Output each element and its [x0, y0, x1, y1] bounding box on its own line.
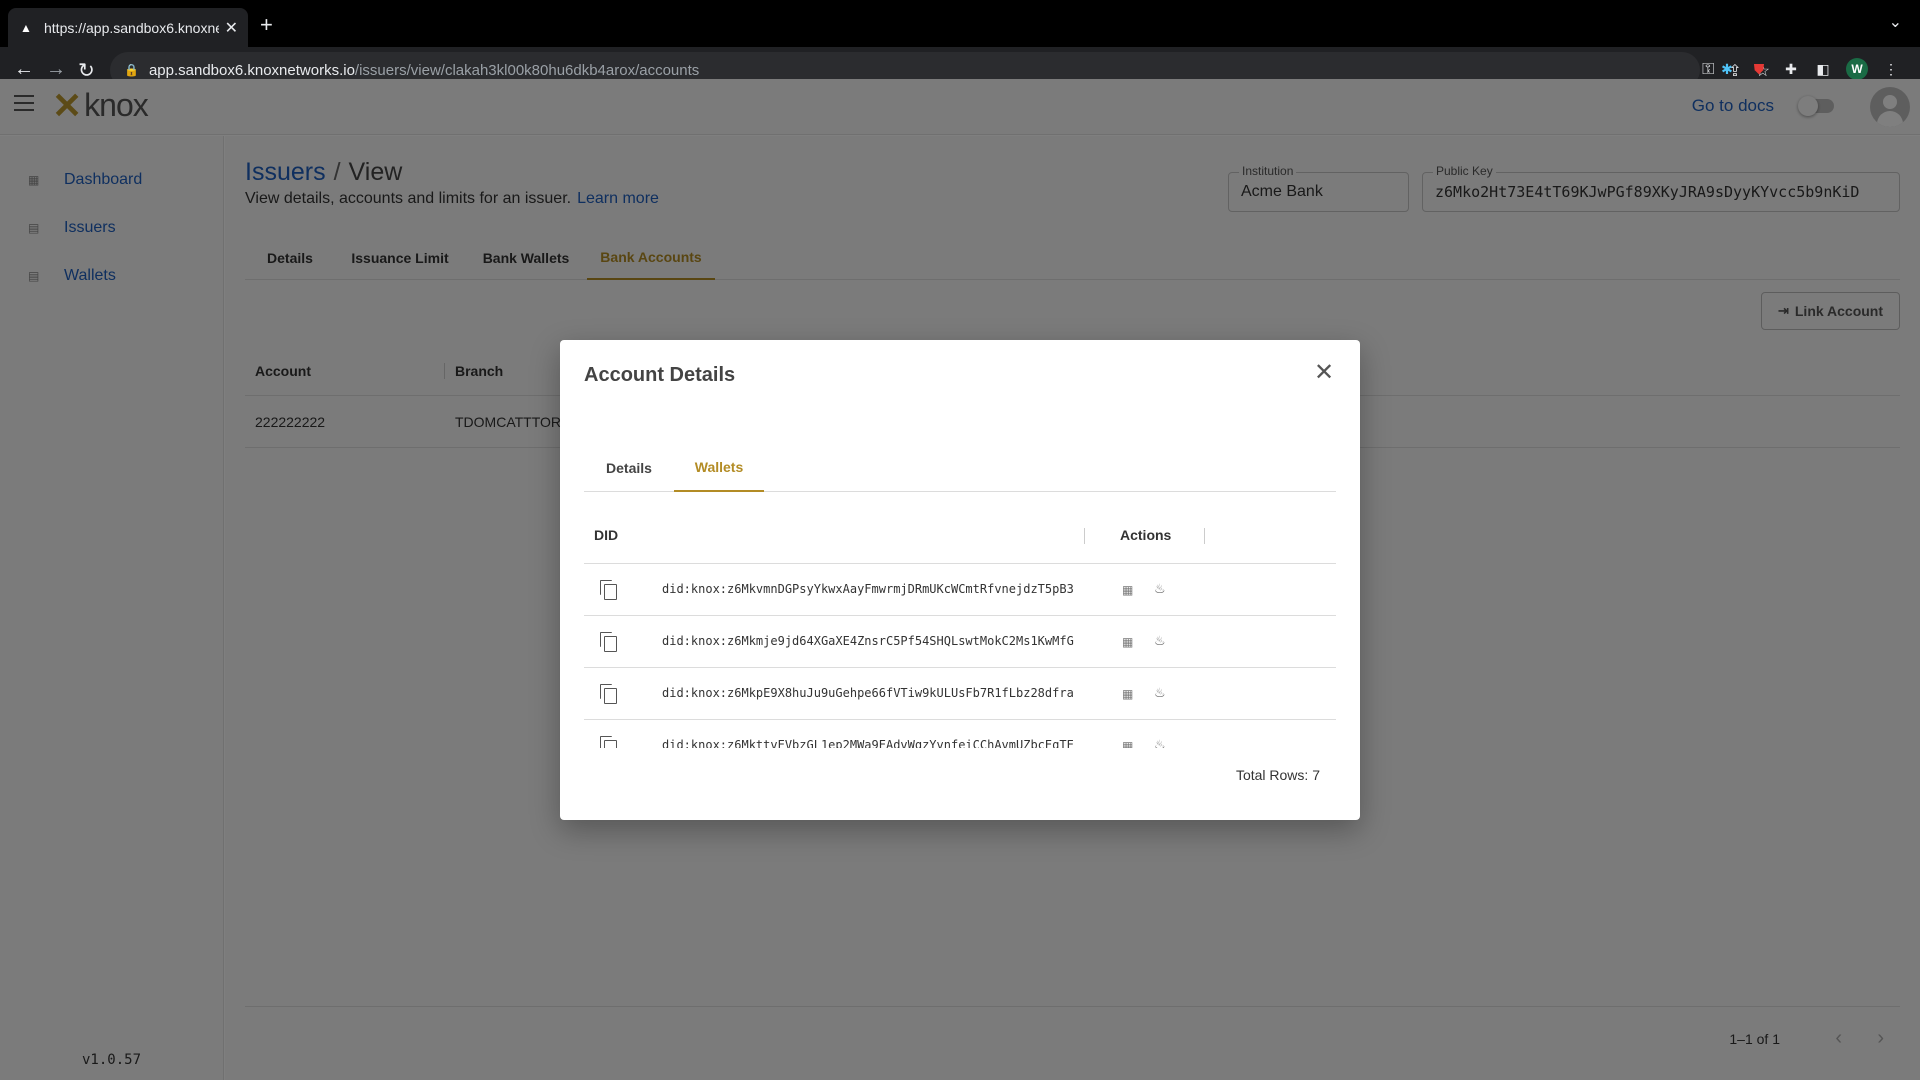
back-icon[interactable]: ← [14, 58, 34, 81]
table-row: did:knox:z6MkvmnDGPsyYkwxAayFmwrmjDRmUKc… [584, 564, 1336, 616]
url-host: app.sandbox6.knoxnetworks.io [148, 61, 355, 79]
copy-icon[interactable] [600, 580, 617, 600]
side-panel-icon[interactable]: ◧ [1814, 60, 1832, 78]
table-row: did:knox:z6Mkmje9jd64XGaXE4ZnsrC5Pf54SHQ… [584, 616, 1336, 668]
copy-icon[interactable] [600, 684, 617, 704]
copy-icon[interactable] [600, 736, 617, 748]
tab-search-icon[interactable]: ⌄ [1889, 12, 1902, 32]
browser-tab[interactable]: ▲ https://app.sandbox6.knoxnetw ✕ [8, 8, 248, 47]
did-value: did:knox:z6MkttvEVbzGL1ep2MWa9EAdvWqzYvn… [662, 738, 1074, 748]
did-value: did:knox:z6Mkmje9jd64XGaXE4ZnsrC5Pf54SHQ… [662, 634, 1074, 648]
column-actions: Actions [1120, 527, 1172, 543]
burn-icon[interactable]: ♨ [1154, 737, 1166, 748]
copy-icon[interactable] [600, 632, 617, 652]
wallets-grid[interactable]: DID Actions did:knox:z6MkvmnDGPsyYkwxAay… [584, 508, 1336, 748]
key-icon[interactable]: ⚿ [1702, 61, 1714, 81]
qr-code-icon[interactable]: ▦ [1122, 687, 1133, 701]
close-tab-icon[interactable]: ✕ [225, 18, 238, 38]
extension-shield-icon[interactable]: ⛊ [1750, 60, 1768, 78]
dialog-title: Account Details [584, 364, 736, 386]
forward-icon[interactable]: → [46, 58, 66, 81]
dialog-tabs: Details Wallets [584, 444, 1336, 492]
total-rows: Total Rows: 7 [1235, 767, 1320, 783]
burn-icon[interactable]: ♨ [1154, 685, 1166, 701]
grid-header: DID Actions [584, 508, 1336, 564]
did-value: did:knox:z6MkvmnDGPsyYkwxAayFmwrmjDRmUKc… [662, 582, 1074, 596]
lock-icon: 🔒 [124, 63, 139, 77]
qr-code-icon[interactable]: ▦ [1122, 635, 1133, 649]
close-icon[interactable]: ✕ [1312, 361, 1336, 386]
extension-snowflake-icon[interactable]: ✱ [1718, 60, 1736, 78]
qr-code-icon[interactable]: ▦ [1122, 739, 1133, 748]
account-details-dialog: Account Details ✕ Details Wallets DID Ac… [560, 340, 1360, 820]
profile-avatar[interactable]: W [1846, 58, 1868, 80]
qr-code-icon[interactable]: ▦ [1122, 583, 1133, 597]
url-path: /issuers/view/clakah3kl00k80hu6dkb4arox/… [354, 61, 700, 79]
favicon-icon: ▲ [20, 20, 32, 35]
new-tab-icon[interactable]: + [260, 12, 273, 38]
tab-wallets[interactable]: Wallets [674, 444, 764, 492]
column-did: DID [594, 527, 619, 543]
tab-details[interactable]: Details [584, 444, 674, 492]
extensions-puzzle-icon[interactable]: ✚ [1782, 60, 1800, 78]
table-row: did:knox:z6MkpE9X8huJu9uGehpe66fVTiw9kUL… [584, 668, 1336, 720]
burn-icon[interactable]: ♨ [1154, 581, 1166, 597]
browser-menu-icon[interactable]: ⋮ [1882, 60, 1900, 78]
table-row: did:knox:z6MkttvEVbzGL1ep2MWa9EAdvWqzYvn… [584, 720, 1336, 748]
burn-icon[interactable]: ♨ [1154, 633, 1166, 649]
did-value: did:knox:z6MkpE9X8huJu9uGehpe66fVTiw9kUL… [662, 686, 1074, 700]
browser-tabstrip: ▲ https://app.sandbox6.knoxnetw ✕ + ⌄ [0, 0, 1920, 47]
tab-title: https://app.sandbox6.knoxnetw [44, 19, 219, 36]
